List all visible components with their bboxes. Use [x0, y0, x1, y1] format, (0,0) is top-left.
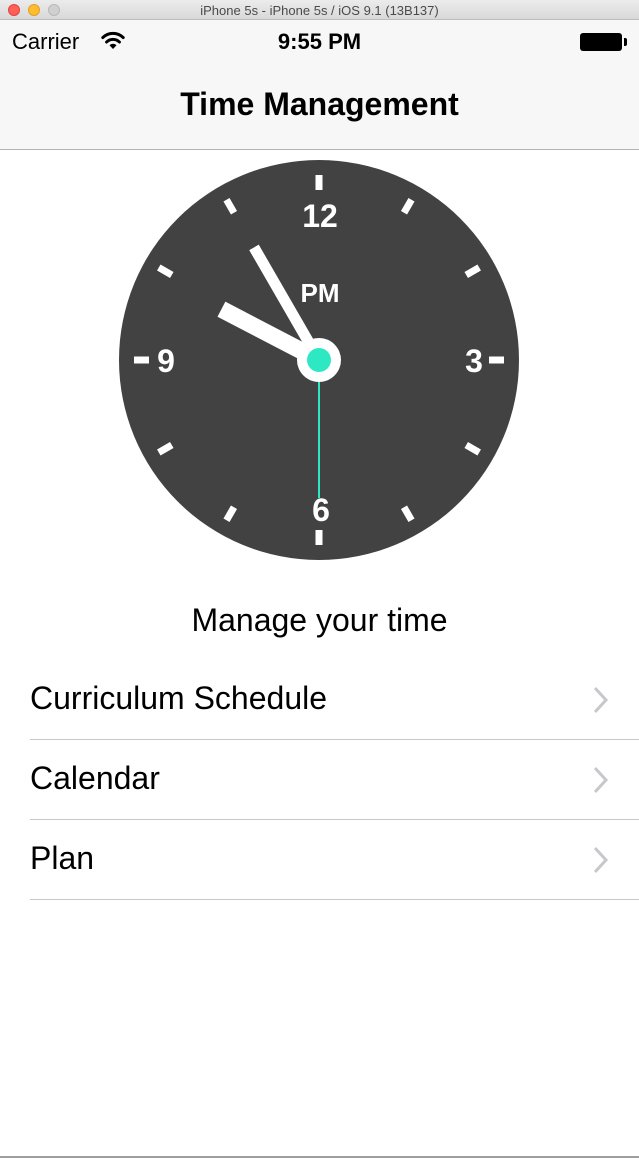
clock-numeral-6: 6 — [312, 492, 330, 528]
chevron-right-icon — [593, 686, 609, 714]
analog-clock: 12 3 6 9 PM — [119, 160, 519, 560]
menu-list: Curriculum Schedule Calendar Plan — [0, 660, 639, 900]
tagline: Manage your time — [191, 602, 448, 638]
navigation-header: Carrier 9:55 PM Time Management — [0, 20, 639, 150]
clock-numeral-3: 3 — [465, 343, 483, 379]
menu-item-calendar[interactable]: Calendar — [0, 740, 639, 820]
chevron-right-icon — [593, 766, 609, 794]
status-time: 9:55 PM — [277, 29, 362, 54]
simulator-title-bar: iPhone 5s - iPhone 5s / iOS 9.1 (13B137) — [0, 0, 639, 20]
page-title: Time Management — [180, 86, 459, 122]
clock-numeral-9: 9 — [157, 343, 175, 379]
window-title: iPhone 5s - iPhone 5s / iOS 9.1 (13B137) — [200, 3, 439, 18]
menu-item-label: Calendar — [30, 760, 160, 796]
clock-center-dot — [307, 348, 331, 372]
row-separator — [30, 899, 639, 900]
chevron-right-icon — [593, 846, 609, 874]
menu-item-label: Plan — [30, 840, 95, 876]
battery-icon — [580, 33, 627, 51]
clock-numeral-12: 12 — [302, 198, 338, 234]
menu-item-plan[interactable]: Plan — [0, 820, 639, 900]
clock-period-label: PM — [301, 278, 340, 308]
menu-item-label: Curriculum Schedule — [30, 680, 328, 716]
menu-item-curriculum-schedule[interactable]: Curriculum Schedule — [0, 660, 639, 740]
